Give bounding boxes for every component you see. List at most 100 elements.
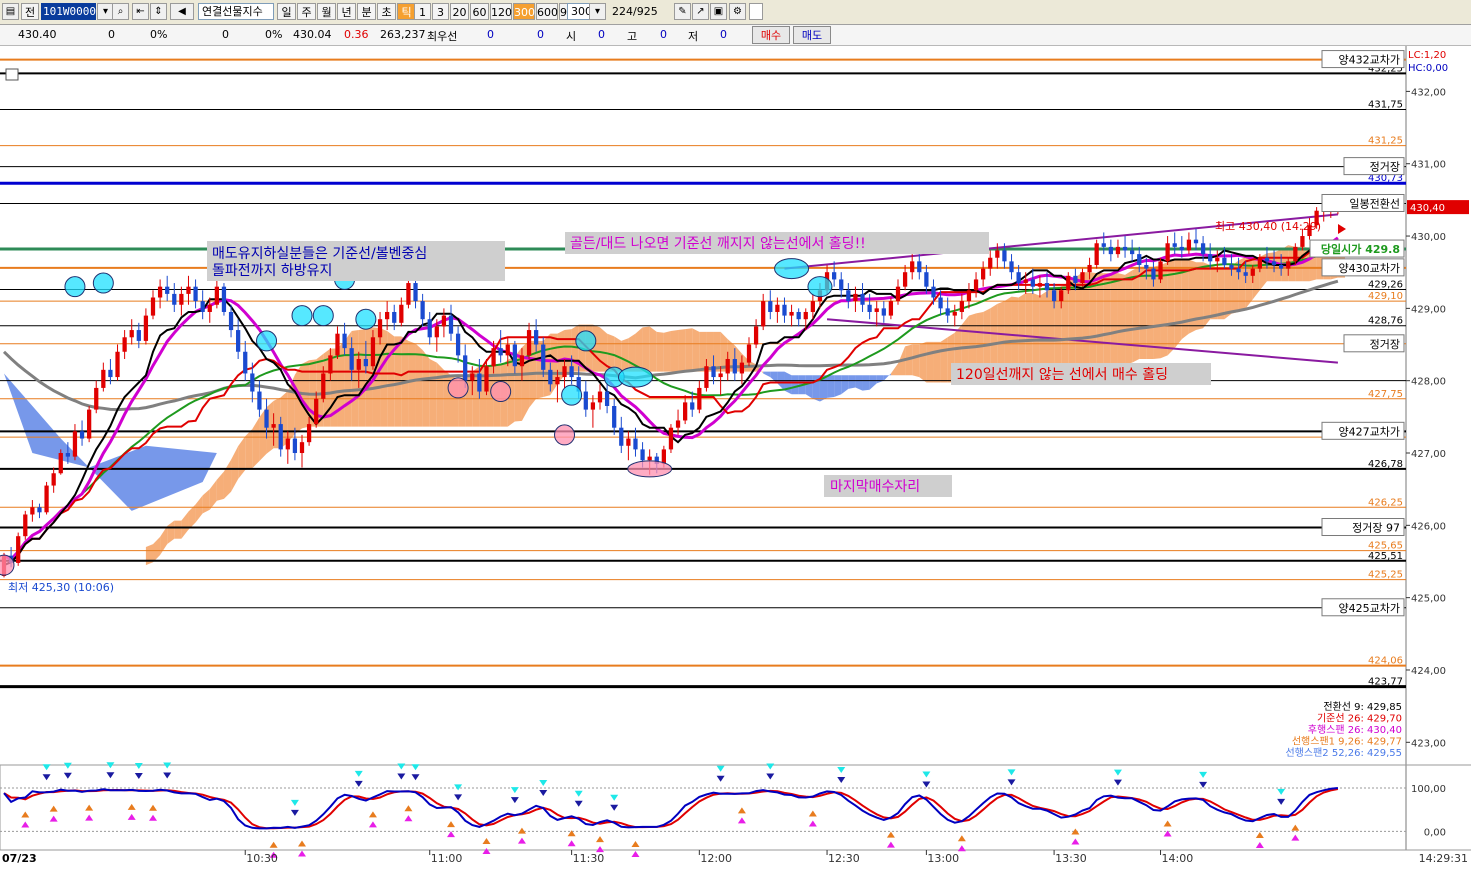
candle-body [314,398,319,425]
highlight-ellipse-14 [447,377,469,399]
candle-body [597,391,603,403]
candle-body [1023,279,1028,284]
candle-body [1122,246,1128,251]
high-label: 최고 430,40 (14:29) [1215,220,1321,233]
candle-body [434,326,439,338]
annotation-2: 골든/대드 나오면 기준선 깨지지 않는선에서 홀딩!! [570,236,866,252]
candle-body [1037,283,1043,287]
level-label-17: 426,78 [1368,459,1403,470]
candle-body [1044,283,1050,291]
cloud-segment [1039,291,1047,369]
candle-body [94,387,99,410]
candle-body [718,373,723,378]
candle-body [803,311,808,320]
cloud-segment [933,341,941,383]
ichimoku-legend-2: 후행스팬 26: 430,40 [1308,724,1402,736]
candle-body [832,272,837,280]
highlight-ellipse-5 [355,308,377,330]
candle-body [569,366,574,378]
candle-body [278,424,283,450]
y-tick-9: 423,00 [1411,738,1446,749]
candle-body [484,366,489,392]
level-box-label-3: 당일시가 429.8 [1321,242,1400,256]
candle-body [1130,250,1135,255]
candle-body [30,507,35,515]
y-tick-8: 424,00 [1411,666,1446,677]
level-box-label-0: 양432교차가 [1339,54,1400,67]
level-label-24: 424,06 [1368,656,1403,667]
candle-body [1250,268,1255,276]
candle-body [413,283,418,302]
cloud-segment [706,331,714,372]
cloud-segment [1025,292,1033,369]
candle-body [1002,250,1007,262]
current-price-label: 430,40 [1410,203,1445,214]
candle-body [590,402,596,410]
candle-body [1094,243,1099,265]
candle-body [207,304,212,312]
candle-body [1200,243,1206,255]
candle-body [342,333,347,349]
annotation-4: 마지막매수자리 [830,479,920,495]
highlight-ellipse-10 [617,366,653,388]
candle-body [675,420,681,428]
candle-body [668,427,674,450]
date-label: 07/23 [2,852,37,865]
y-tick-0: 432,00 [1411,87,1446,98]
level-box-label-6: 양427교차가 [1339,425,1400,438]
candle-body [1208,254,1213,262]
candle-body [363,358,368,367]
cloud-segment [1018,292,1026,369]
candle-body [370,337,376,367]
candle-body [512,344,517,367]
candle-body [917,261,922,273]
annotation-0: 매도유지하실분들은 기준선/볼벤중심 [212,246,427,262]
candle-body [65,453,70,457]
candle-body [902,272,908,287]
y-tick-6: 426,00 [1411,521,1446,532]
candle-body [271,424,276,428]
candle-body [782,304,787,316]
cloud-segment [699,331,707,372]
candle-body [79,431,85,439]
hc-label: HC:0,00 [1408,63,1448,74]
highlight-ellipse-12 [807,276,833,298]
level-label-14: 427,75 [1368,389,1403,400]
candle-body [108,369,113,378]
candle-body [264,409,269,428]
candle-body [1186,239,1192,251]
highlight-ellipse-11 [774,258,810,280]
y-tick-4: 428,00 [1411,377,1446,388]
candle-body [491,348,496,367]
candle-body [228,311,234,331]
candle-body [385,311,390,320]
candle-body [860,293,865,305]
highlight-ellipse-16 [554,424,576,446]
level-label-18: 426,25 [1368,497,1403,508]
candle-body [1165,243,1170,262]
cloud-segment [976,311,984,369]
y-tick-5: 427,00 [1411,449,1446,460]
candle-body [399,304,404,323]
candle-body [1286,261,1291,269]
grid-icon [5,68,19,81]
cloud-segment [1266,252,1275,282]
candle-body [172,293,177,305]
cloud-segment [912,344,920,378]
candle-body [1172,243,1177,247]
cloud-segment [351,330,359,427]
candle-body [768,301,773,312]
candle-body [519,355,525,367]
cloud-segment [1210,264,1218,320]
y-tick-1: 431,00 [1411,160,1446,171]
candle-body [924,272,929,287]
cloud-segment [649,326,657,372]
candle-body [1264,257,1270,262]
candle-body [1229,264,1234,269]
candle-body [534,330,539,345]
candle-body [548,369,553,385]
x-tick-7: 14:00 [1162,852,1194,865]
candle-body [321,373,326,399]
candle-body [1300,236,1305,247]
level-label-10: 429,10 [1368,291,1403,302]
